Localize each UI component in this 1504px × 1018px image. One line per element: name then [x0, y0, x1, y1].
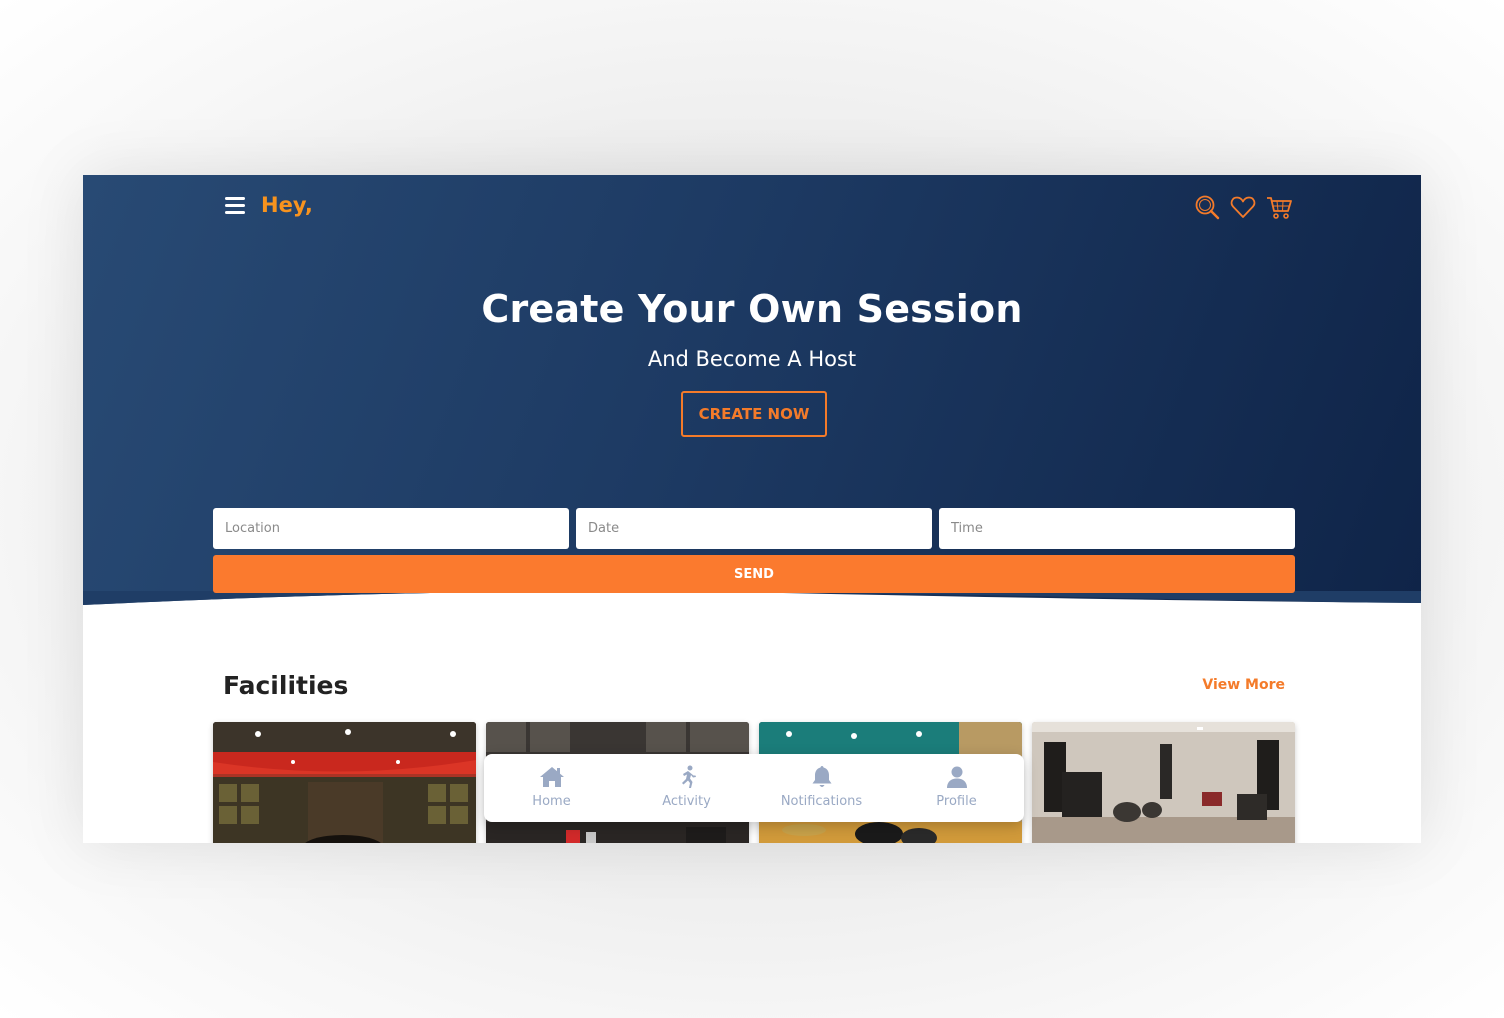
hero-section: Hey, Create Your Own Session And Become …: [83, 175, 1421, 615]
nav-item-profile[interactable]: Profile: [889, 754, 1024, 822]
studio-photo-1: [213, 722, 476, 843]
cart-icon[interactable]: [1265, 193, 1293, 221]
search-icon[interactable]: [1193, 193, 1221, 221]
search-row: [213, 508, 1295, 549]
header-actions: [1193, 193, 1293, 221]
nav-item-notifications[interactable]: Notifications: [754, 754, 889, 822]
menu-icon[interactable]: [225, 197, 245, 215]
nav-label-activity: Activity: [662, 794, 711, 809]
create-now-button[interactable]: CREATE NOW: [681, 391, 827, 437]
nav-label-home: Home: [532, 794, 571, 809]
nav-item-home[interactable]: Home: [484, 754, 619, 822]
bell-icon: [812, 766, 831, 787]
facility-card-4[interactable]: [1032, 722, 1295, 843]
view-more-link[interactable]: View More: [1202, 677, 1285, 693]
facilities-heading: Facilities: [223, 671, 349, 700]
app-frame: Hey, Create Your Own Session And Become …: [83, 175, 1421, 843]
heart-icon[interactable]: [1229, 193, 1257, 221]
hero-subtitle: And Become A Host: [647, 347, 857, 371]
date-input[interactable]: [576, 508, 932, 549]
top-bar: Hey,: [223, 193, 1293, 223]
user-icon: [946, 766, 967, 788]
studio-photo-4: [1032, 722, 1295, 843]
send-button[interactable]: SEND: [213, 555, 1295, 593]
hero-title: Create Your Own Session: [481, 287, 1023, 331]
nav-label-notifications: Notifications: [780, 794, 863, 809]
hero-wave-divider: [83, 591, 1421, 631]
bottom-nav: Home Activity Notifications Profile: [484, 754, 1024, 822]
running-person-icon: [681, 765, 696, 788]
nav-label-profile: Profile: [936, 794, 977, 809]
greeting-text: Hey,: [261, 193, 313, 217]
facility-card-1[interactable]: [213, 722, 476, 843]
time-input[interactable]: [939, 508, 1295, 549]
home-icon: [539, 767, 564, 787]
location-input[interactable]: [213, 508, 569, 549]
nav-item-activity[interactable]: Activity: [619, 754, 754, 822]
